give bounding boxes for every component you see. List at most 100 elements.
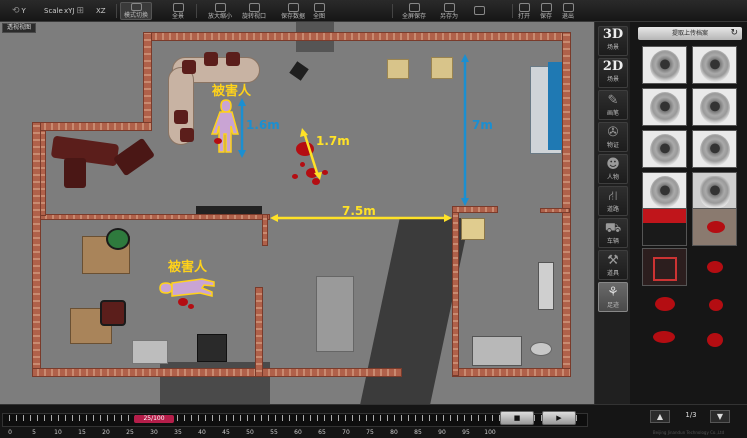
timeline-tick-label: 90 bbox=[438, 429, 446, 436]
scene-viewport[interactable]: 透视视图 被害人 被害人 1.6m 1.7m 7m 7.5m bbox=[0, 22, 594, 404]
timeline-tick-label: 70 bbox=[342, 429, 350, 436]
blood-splatter-thumb[interactable] bbox=[692, 248, 737, 286]
timeline-tick-label: 25 bbox=[126, 429, 134, 436]
axis-y-control[interactable]: ⟲ Y bbox=[12, 5, 26, 18]
axis-icon: ⊞ bbox=[76, 6, 85, 16]
timeline-tick-label: 75 bbox=[366, 429, 374, 436]
exit-button[interactable]: 退出 bbox=[558, 2, 578, 20]
room-scene-thumb[interactable] bbox=[642, 248, 687, 286]
tool-3d-scene[interactable]: 3D 场景 bbox=[598, 26, 628, 56]
page-up-button[interactable]: ▲ bbox=[650, 410, 670, 423]
top-toolbar: ⟲ Y Scale xYJ ⊞ XZ 模式切换 全景 放大缩小 旋转视口 保存数据 … bbox=[0, 0, 747, 22]
blood-scene-thumb[interactable] bbox=[692, 208, 737, 246]
fingerprint-image bbox=[650, 134, 680, 166]
fingerprint-image bbox=[700, 134, 730, 166]
fingerprint-thumb[interactable] bbox=[642, 130, 687, 168]
refresh-button[interactable] bbox=[468, 2, 490, 20]
footprint-icon: ⚘ bbox=[607, 284, 619, 300]
fullscreen-save-button[interactable]: 全屏保存 bbox=[398, 2, 430, 20]
tool-road[interactable]: ⛙ 道路 bbox=[598, 186, 628, 216]
page-down-button[interactable]: ▼ bbox=[710, 410, 730, 423]
open-button[interactable]: 打开 bbox=[514, 2, 534, 20]
timeline-tick-label: 50 bbox=[246, 429, 254, 436]
timeline-tick-label: 55 bbox=[270, 429, 278, 436]
exit-icon bbox=[562, 2, 574, 12]
tool-3d-label: 场景 bbox=[606, 44, 619, 51]
tool-footprint[interactable]: ⚘ 足迹 bbox=[598, 282, 628, 312]
toolbar-divider bbox=[512, 4, 513, 18]
blood-splatter-thumb[interactable] bbox=[692, 322, 737, 360]
save-as-button[interactable]: 另存为 bbox=[434, 2, 464, 20]
mode-switch-button[interactable]: 模式切换 bbox=[120, 2, 152, 20]
page-indicator: 1/3 bbox=[685, 411, 697, 419]
tool-props[interactable]: ⚒ 道具 bbox=[598, 250, 628, 280]
blood-splatter-image bbox=[709, 299, 723, 311]
toolbar-divider bbox=[116, 4, 117, 18]
fingerprint-thumb[interactable] bbox=[692, 88, 737, 126]
fingerprint-thumb[interactable] bbox=[692, 130, 737, 168]
axis-xz-control[interactable]: XZ bbox=[96, 5, 106, 18]
panorama-button[interactable]: 全景 bbox=[166, 2, 190, 20]
axis-xyj-label: xYJ bbox=[64, 7, 75, 15]
pen-icon: ✎ bbox=[607, 92, 619, 108]
save-label: 保存 bbox=[539, 12, 552, 20]
save-data-icon bbox=[287, 2, 299, 12]
timeline-tick-label: 85 bbox=[414, 429, 422, 436]
full-view-button[interactable]: 全图 bbox=[310, 2, 328, 20]
room-scene-image bbox=[653, 257, 677, 281]
refresh-icon: ↻ bbox=[730, 28, 738, 38]
zoom-button[interactable]: 放大缩小 bbox=[204, 2, 236, 20]
toolbar-divider bbox=[392, 4, 393, 18]
fingerprint-image bbox=[700, 50, 730, 82]
side-toolbar: 3D 场景 2D 场景 ✎ 画笔 ✇ 物证 ☻ 人物 ⛙ 道路 ⛟ 车辆 ⚒ 道具 ⚘ 足迹 bbox=[594, 22, 630, 404]
fingerprint-thumb[interactable] bbox=[642, 88, 687, 126]
blood-drip-thumb[interactable] bbox=[642, 208, 687, 246]
play-button[interactable]: ▶ bbox=[542, 411, 576, 425]
tool-evidence[interactable]: ✇ 物证 bbox=[598, 122, 628, 152]
blood-splatter-thumb[interactable] bbox=[642, 286, 687, 324]
measurement-lines bbox=[238, 54, 469, 222]
rotate-icon: ⟲ bbox=[12, 6, 20, 16]
timeline-tick-label: 0 bbox=[8, 429, 12, 436]
film-reel-icon: ✇ bbox=[607, 124, 619, 140]
rotate-view-button[interactable]: 旋转视口 bbox=[238, 2, 270, 20]
axis-xyj-control[interactable]: xYJ ⊞ bbox=[64, 5, 84, 18]
timeline-tick-label: 45 bbox=[222, 429, 230, 436]
tool-2d-scene[interactable]: 2D 场景 bbox=[598, 58, 628, 88]
measure-1-7m: 1.7m bbox=[316, 134, 350, 148]
tool-evidence-label: 物证 bbox=[606, 141, 619, 149]
library-header-button[interactable]: 提取上传档案 ↻ bbox=[638, 27, 742, 40]
tool-people[interactable]: ☻ 人物 bbox=[598, 154, 628, 184]
fingerprint-image bbox=[650, 50, 680, 82]
fingerprint-thumb[interactable] bbox=[692, 46, 737, 84]
timeline-position-badge[interactable]: 25/100 bbox=[134, 415, 174, 423]
measure-7-5m: 7.5m bbox=[342, 204, 376, 218]
axis-y-label: Y bbox=[21, 7, 26, 15]
stop-button[interactable]: ■ bbox=[500, 411, 534, 425]
blood-splatter-image bbox=[653, 331, 675, 343]
blood-splatter-thumb[interactable] bbox=[692, 286, 737, 324]
fingerprint-thumb[interactable] bbox=[642, 172, 687, 210]
open-label: 打开 bbox=[517, 12, 530, 20]
app-window: ⟲ Y Scale xYJ ⊞ XZ 模式切换 全景 放大缩小 旋转视口 保存数据 … bbox=[0, 0, 747, 438]
timeline-tick-label: 80 bbox=[390, 429, 398, 436]
evidence-library: 提取上传档案 ↻ bbox=[630, 22, 747, 404]
tool-pen[interactable]: ✎ 画笔 bbox=[598, 90, 628, 120]
measure-1-6m: 1.6m bbox=[246, 118, 280, 132]
bottom-bar: 25/100 0 5 10 15 20 25 30 35 40 45 50 55 60 65 70 75 80 8… bbox=[0, 404, 747, 438]
blood-splatter-image bbox=[707, 333, 723, 347]
tool-car[interactable]: ⛟ 车辆 bbox=[598, 218, 628, 248]
timeline-tick-label: 100 bbox=[484, 429, 496, 436]
save-data-button[interactable]: 保存数据 bbox=[278, 2, 308, 20]
tool-2d-text: 2D bbox=[602, 59, 624, 74]
axis-scale-control[interactable]: Scale bbox=[44, 5, 63, 18]
fingerprint-thumb[interactable] bbox=[642, 46, 687, 84]
fullscreen-save-label: 全屏保存 bbox=[401, 12, 426, 20]
save-button[interactable]: 保存 bbox=[536, 2, 556, 20]
arrow-up-icon: ▲ bbox=[656, 412, 664, 421]
blood-drip-image bbox=[643, 209, 686, 223]
blood-splatter-thumb[interactable] bbox=[642, 322, 687, 360]
blood-scene-image bbox=[707, 221, 725, 233]
shoeprint-thumb[interactable] bbox=[692, 172, 737, 210]
blood-splatter-image bbox=[707, 261, 723, 273]
